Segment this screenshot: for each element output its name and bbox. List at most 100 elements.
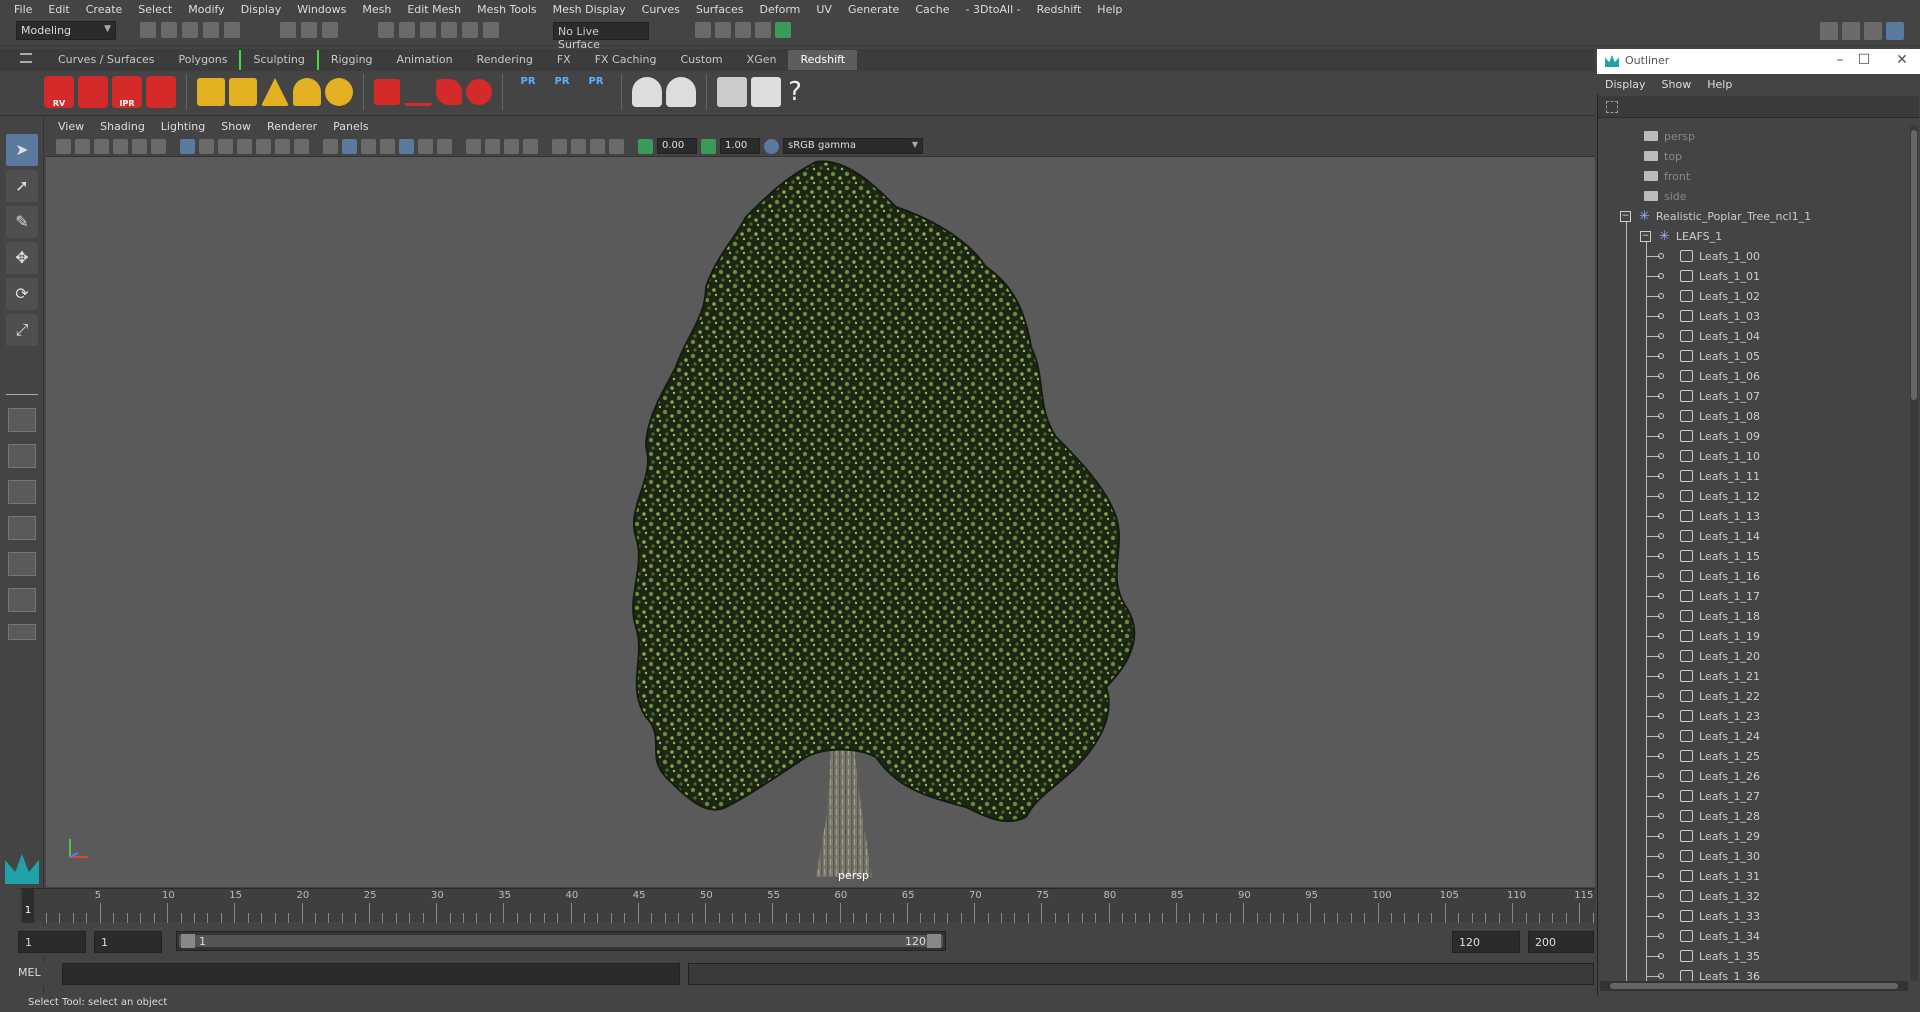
- textured-icon[interactable]: [399, 138, 414, 154]
- 2d-pan-zoom-icon[interactable]: [132, 138, 147, 154]
- outliner-horizontal-scrollbar[interactable]: [1600, 981, 1908, 991]
- wireframe-icon[interactable]: [323, 138, 338, 154]
- current-frame-marker[interactable]: 1: [22, 889, 34, 923]
- outliner-mesh-item[interactable]: Leafs_1_02: [1680, 286, 1760, 306]
- new-scene-icon[interactable]: [140, 22, 156, 38]
- shelf-tab[interactable]: Animation: [385, 50, 465, 70]
- select-object-icon[interactable]: [301, 22, 317, 38]
- outliner-mesh-item[interactable]: Leafs_1_00: [1680, 246, 1760, 266]
- undo-icon[interactable]: [203, 22, 219, 38]
- channel-box-icon[interactable]: [1886, 22, 1904, 40]
- panel-menu-item[interactable]: Shading: [92, 120, 153, 133]
- snap-projected-icon[interactable]: [441, 22, 457, 38]
- close-icon[interactable]: ✕: [1892, 52, 1912, 68]
- outliner-camera-item[interactable]: side: [1644, 186, 1687, 206]
- live-surface-field[interactable]: No Live Surface: [553, 22, 649, 51]
- open-scene-icon[interactable]: [161, 22, 177, 38]
- modeling-toolkit-icon[interactable]: [1820, 22, 1838, 40]
- menu-item[interactable]: Edit Mesh: [399, 3, 469, 16]
- single-perspective-layout-icon[interactable]: [8, 408, 36, 432]
- redshift-material-ball-button[interactable]: [466, 79, 492, 105]
- outliner-mesh-item[interactable]: Leafs_1_26: [1680, 766, 1760, 786]
- film-gate-icon[interactable]: [199, 138, 214, 154]
- menu-item[interactable]: Mesh Display: [545, 3, 634, 16]
- safe-action-icon[interactable]: [275, 138, 290, 154]
- command-language-label[interactable]: MEL: [18, 966, 41, 979]
- outliner-mesh-item[interactable]: Leafs_1_07: [1680, 386, 1760, 406]
- menu-item[interactable]: Surfaces: [688, 3, 752, 16]
- gate-mask-icon[interactable]: [237, 138, 252, 154]
- attribute-editor-icon[interactable]: [1842, 22, 1860, 40]
- outliner-mesh-item[interactable]: Leafs_1_01: [1680, 266, 1760, 286]
- grease-pencil-icon[interactable]: [151, 138, 166, 154]
- redshift-area-light-button[interactable]: [197, 78, 225, 106]
- scrollbar-thumb[interactable]: [1610, 983, 1898, 989]
- select-hierarchy-icon[interactable]: [280, 22, 296, 38]
- rotate-tool-icon[interactable]: ⟳: [6, 278, 38, 310]
- outliner-camera-item[interactable]: top: [1644, 146, 1682, 166]
- exposure-icon[interactable]: [638, 138, 653, 154]
- shelf-tab[interactable]: Polygons: [167, 50, 240, 70]
- outliner-mesh-item[interactable]: Leafs_1_34: [1680, 926, 1760, 946]
- more-layouts-icon[interactable]: [8, 624, 36, 640]
- menu-item[interactable]: Generate: [840, 3, 907, 16]
- outliner-mesh-item[interactable]: Leafs_1_22: [1680, 686, 1760, 706]
- shelf-tab[interactable]: FX: [545, 50, 583, 70]
- redshift-pr-import-button[interactable]: PR: [547, 76, 577, 108]
- outliner-mesh-item[interactable]: Leafs_1_06: [1680, 366, 1760, 386]
- camera-attributes-icon[interactable]: [75, 138, 90, 154]
- redshift-physical-light-button[interactable]: [261, 78, 289, 106]
- shelf-tab[interactable]: Redshift: [788, 50, 858, 70]
- outliner-vertical-scrollbar[interactable]: [1910, 126, 1918, 981]
- redshift-render-settings-button[interactable]: [146, 76, 176, 108]
- scrollbar-thumb[interactable]: [1911, 130, 1917, 400]
- panel-menu-item[interactable]: Lighting: [153, 120, 213, 133]
- outliner-root-group[interactable]: − ✳ Realistic_Poplar_Tree_ncl1_1: [1620, 206, 1811, 226]
- command-input[interactable]: [62, 963, 680, 985]
- redshift-portal-light-button[interactable]: [229, 78, 257, 106]
- shelf-tab[interactable]: Rendering: [465, 50, 545, 70]
- outliner-mesh-item[interactable]: Leafs_1_04: [1680, 326, 1760, 346]
- redshift-batch-render-button[interactable]: [78, 76, 108, 108]
- select-component-icon[interactable]: [322, 22, 338, 38]
- outliner-mesh-item[interactable]: Leafs_1_28: [1680, 806, 1760, 826]
- menu-item[interactable]: Redshift: [1029, 3, 1090, 16]
- motion-blur-icon[interactable]: [485, 138, 500, 154]
- perspective-viewport[interactable]: [46, 157, 1595, 887]
- view-transform-select[interactable]: sRGB gamma ▼: [783, 138, 923, 154]
- snap-point-icon[interactable]: [420, 22, 436, 38]
- gamma-icon[interactable]: [701, 138, 716, 154]
- redshift-pr-export-button[interactable]: PR: [513, 76, 543, 108]
- redshift-ipr-button[interactable]: IPR: [112, 76, 142, 108]
- mode-selector[interactable]: Modeling ▼: [16, 21, 116, 40]
- shelf-tab[interactable]: Curves / Surfaces: [46, 50, 167, 70]
- menu-item[interactable]: Mesh: [354, 3, 399, 16]
- grid-icon[interactable]: [180, 138, 195, 154]
- help-button[interactable]: ?: [785, 76, 805, 108]
- redshift-proxy-button[interactable]: [374, 79, 400, 105]
- smooth-shade-icon[interactable]: [342, 138, 357, 154]
- outliner-mesh-item[interactable]: Leafs_1_09: [1680, 426, 1760, 446]
- outliner-mesh-item[interactable]: Leafs_1_17: [1680, 586, 1760, 606]
- menu-item[interactable]: Create: [78, 3, 131, 16]
- menu-item[interactable]: Display: [233, 3, 290, 16]
- snap-grid-icon[interactable]: [378, 22, 394, 38]
- time-slider[interactable]: 1 5 10 15 20 25 30 35 40 45 50 55 60 65 70 75 80 85 90 95 1…: [20, 888, 1621, 923]
- outliner-mesh-item[interactable]: Leafs_1_10: [1680, 446, 1760, 466]
- menu-item[interactable]: File: [6, 3, 40, 16]
- shelf-tab[interactable]: Rigging: [316, 50, 385, 70]
- start-time-field[interactable]: 1: [18, 931, 86, 953]
- outliner-mesh-item[interactable]: Leafs_1_31: [1680, 866, 1760, 886]
- use-all-lights-icon[interactable]: [418, 138, 433, 154]
- outliner-mesh-item[interactable]: Leafs_1_19: [1680, 626, 1760, 646]
- outliner-mesh-item[interactable]: Leafs_1_30: [1680, 846, 1760, 866]
- outliner-menu-item[interactable]: Show: [1662, 78, 1700, 91]
- outliner-mesh-item[interactable]: Leafs_1_25: [1680, 746, 1760, 766]
- redshift-curve-button[interactable]: [436, 79, 462, 105]
- move-tool-icon[interactable]: ✥: [6, 242, 38, 274]
- two-pane-stacked-layout-icon[interactable]: [8, 516, 36, 540]
- range-end-handle[interactable]: [927, 934, 941, 948]
- snap-curve-icon[interactable]: [399, 22, 415, 38]
- wireframe-on-shaded-icon[interactable]: [361, 138, 376, 154]
- redshift-hair-button[interactable]: [404, 78, 432, 106]
